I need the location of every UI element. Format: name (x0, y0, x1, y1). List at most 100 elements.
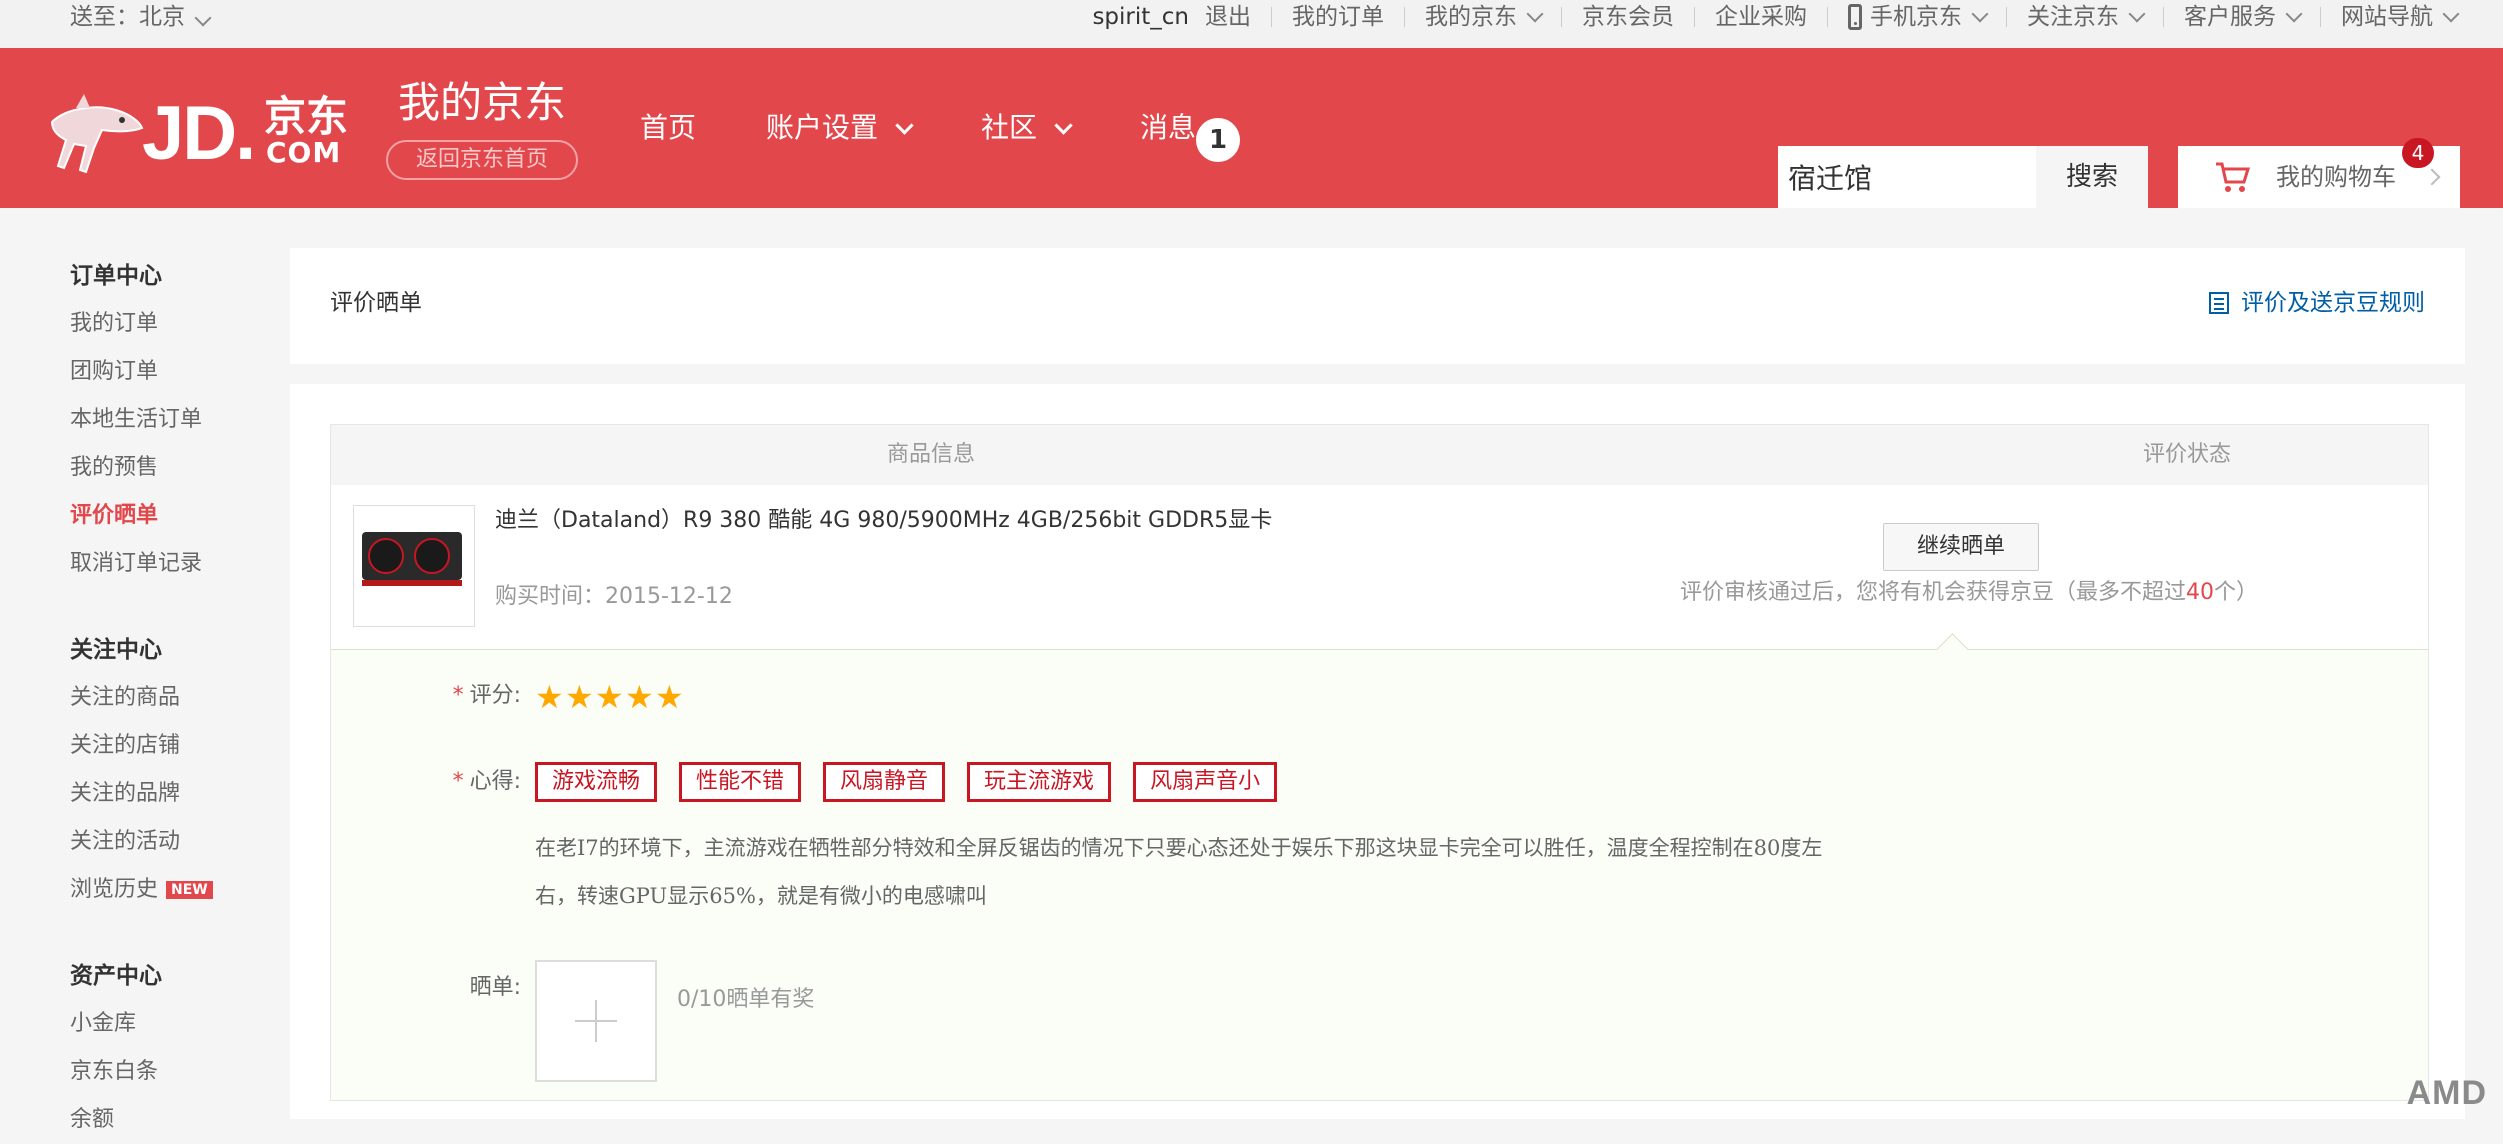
shopping-cart-icon (2216, 162, 2250, 192)
table-header: 商品信息 评价状态 (331, 425, 2428, 485)
phone-icon (1848, 4, 1862, 30)
delivery-location[interactable]: 送至：北京 (70, 0, 212, 34)
sidebar-item-followed-brands[interactable]: 关注的品牌 (70, 770, 213, 818)
plus-icon (575, 1000, 617, 1042)
chevron-right-icon (2423, 168, 2441, 186)
review-tag[interactable]: 风扇静音 (823, 762, 946, 802)
reward-text: 评价审核通过后，您将有机会获得京豆（最多不超过 (1679, 580, 2186, 605)
score-label: * 评分: (391, 680, 521, 712)
sidebar-group-title: 关注中心 (70, 637, 162, 663)
logo-jd-text: JD. (142, 91, 256, 176)
star-icon[interactable]: ★ (655, 681, 685, 713)
top-link-label: 我的京东 (1425, 4, 1517, 30)
score-label-text: 评分: (469, 683, 521, 708)
page-title: 评价晒单 (330, 290, 422, 316)
logo-cn-text: 京东 (264, 92, 349, 141)
review-panel: 商品信息 评价状态 迪兰（Dataland）R9 380 酷能 4G 980/5… (290, 384, 2465, 1119)
table-row: 迪兰（Dataland）R9 380 酷能 4G 980/5900MHz 4GB… (331, 485, 2428, 649)
back-home-button[interactable]: 返回京东首页 (386, 140, 578, 180)
nav-account-settings[interactable]: 账户设置 (766, 108, 914, 148)
top-link-label: 网站导航 (2341, 4, 2433, 30)
sidebar-group-follow: 关注中心 关注的商品 关注的店铺 关注的品牌 关注的活动 浏览历史 NEW (70, 626, 213, 914)
sidebar-item-cancelled-orders[interactable]: 取消订单记录 (70, 540, 202, 588)
required-mark: * (452, 769, 464, 794)
sidebar-group-assets: 资产中心 小金库 京东白条 余额 (70, 952, 162, 1144)
review-text[interactable]: 在老I7的环境下，主流游戏在牺牲部分特效和全屏反锯齿的情况下只要心态还处于娱乐下… (535, 824, 2095, 920)
jd-logo[interactable]: JD. 京东 COM (46, 84, 366, 174)
column-header-status: 评价状态 (2142, 442, 2231, 467)
upload-image-button[interactable] (535, 960, 657, 1082)
star-rating[interactable]: ★ ★ ★ ★ ★ (535, 681, 685, 713)
star-icon[interactable]: ★ (565, 681, 595, 713)
chevron-down-icon (1971, 5, 1989, 23)
top-link-site-nav[interactable]: 网站导航 (2321, 0, 2477, 34)
top-link-my-jd[interactable]: 我的京东 (1405, 0, 1561, 34)
amd-watermark: AMD (2406, 1074, 2487, 1112)
top-link-enterprise[interactable]: 企业采购 (1695, 0, 1827, 34)
rules-link[interactable]: 评价及送京豆规则 (2209, 288, 2425, 318)
chevron-down-icon (194, 9, 212, 27)
required-mark: * (452, 683, 464, 708)
nav-messages[interactable]: 消息 (1140, 108, 1196, 148)
continue-show-button[interactable]: 继续晒单 (1883, 523, 2039, 571)
top-link-membership[interactable]: 京东会员 (1562, 0, 1694, 34)
username-link[interactable]: spirit_cn (1092, 0, 1189, 34)
star-icon[interactable]: ★ (595, 681, 625, 713)
top-link-label: 京东会员 (1582, 4, 1674, 30)
sidebar-item-my-orders[interactable]: 我的订单 (70, 300, 202, 348)
sidebar-item-vault[interactable]: 小金库 (70, 1000, 162, 1048)
sidebar-item-followed-events[interactable]: 关注的活动 (70, 818, 213, 866)
search-button[interactable]: 搜索 (2036, 146, 2148, 208)
cart-button[interactable]: 我的购物车 4 (2178, 138, 2460, 208)
top-link-label: 手机京东 (1870, 4, 1962, 30)
review-table: 商品信息 评价状态 迪兰（Dataland）R9 380 酷能 4G 980/5… (330, 424, 2429, 1101)
upload-count-note: 0/10晒单有奖 (677, 987, 815, 1012)
rules-link-label: 评价及送京豆规则 (2241, 290, 2425, 316)
page-title-box: 评价晒单 评价及送京豆规则 (290, 248, 2465, 364)
review-tag[interactable]: 玩主流游戏 (967, 762, 1112, 802)
star-icon[interactable]: ★ (625, 681, 655, 713)
top-link-label: 企业采购 (1715, 4, 1807, 30)
user-area: spirit_cn 退出 (1072, 0, 1271, 34)
sidebar-item-label: 浏览历史 (70, 877, 159, 902)
search-input[interactable] (1778, 146, 2036, 208)
sidebar-item-local-orders[interactable]: 本地生活订单 (70, 396, 202, 444)
sidebar-item-group-orders[interactable]: 团购订单 (70, 348, 202, 396)
review-text-line: 在老I7的环境下，主流游戏在牺牲部分特效和全屏反锯齿的情况下只要心态还处于娱乐下… (535, 836, 1823, 860)
sidebar-item-balance[interactable]: 余额 (70, 1096, 162, 1144)
chevron-down-icon (2128, 5, 2146, 23)
top-nav: spirit_cn 退出 我的订单 我的京东 京东会员 企业采购 手机京东 关注… (1072, 0, 2477, 34)
show-label: 晒单: (469, 975, 521, 1000)
search-box: 搜索 (1778, 146, 2148, 208)
sidebar-item-presale[interactable]: 我的预售 (70, 444, 202, 492)
sidebar-item-baitiao[interactable]: 京东白条 (70, 1048, 162, 1096)
nav-label: 首页 (640, 111, 697, 144)
product-thumbnail[interactable] (353, 505, 475, 627)
list-icon (2209, 292, 2229, 314)
top-link-customer-service[interactable]: 客户服务 (2164, 0, 2320, 34)
top-link-follow-jd[interactable]: 关注京东 (2007, 0, 2163, 34)
sidebar-item-followed-products[interactable]: 关注的商品 (70, 674, 213, 722)
site-header: JD. 京东 COM 我的京东 返回京东首页 首页 账户设置 社区 消息 1 搜… (0, 48, 2503, 208)
top-link-label: 客户服务 (2184, 4, 2276, 30)
sidebar-item-followed-shops[interactable]: 关注的店铺 (70, 722, 213, 770)
nav-home[interactable]: 首页 (640, 108, 696, 148)
new-badge: NEW (166, 881, 213, 899)
sidebar-item-reviews[interactable]: 评价晒单 (70, 492, 202, 540)
top-link-my-orders[interactable]: 我的订单 (1272, 0, 1404, 34)
review-tag[interactable]: 游戏流畅 (535, 762, 658, 802)
header-nav: 首页 账户设置 社区 消息 (640, 108, 1266, 148)
nav-community[interactable]: 社区 (981, 108, 1073, 148)
review-tag[interactable]: 风扇声音小 (1133, 762, 1278, 802)
column-header-product: 商品信息 (886, 442, 975, 467)
product-name-link[interactable]: 迪兰（Dataland）R9 380 酷能 4G 980/5900MHz 4GB… (495, 505, 1272, 537)
delivery-location-label: 送至：北京 (70, 4, 185, 30)
insight-label: * 心得: (391, 766, 521, 798)
logout-link[interactable]: 退出 (1205, 0, 1251, 34)
review-tag[interactable]: 性能不错 (679, 762, 802, 802)
sidebar-item-history[interactable]: 浏览历史 NEW (70, 866, 213, 914)
sidebar-group-title: 资产中心 (70, 963, 162, 989)
top-link-mobile-jd[interactable]: 手机京东 (1828, 0, 2006, 34)
star-icon[interactable]: ★ (535, 681, 565, 713)
reward-note: 评价审核通过后，您将有机会获得京豆（最多不超过40个） (1649, 577, 2289, 609)
